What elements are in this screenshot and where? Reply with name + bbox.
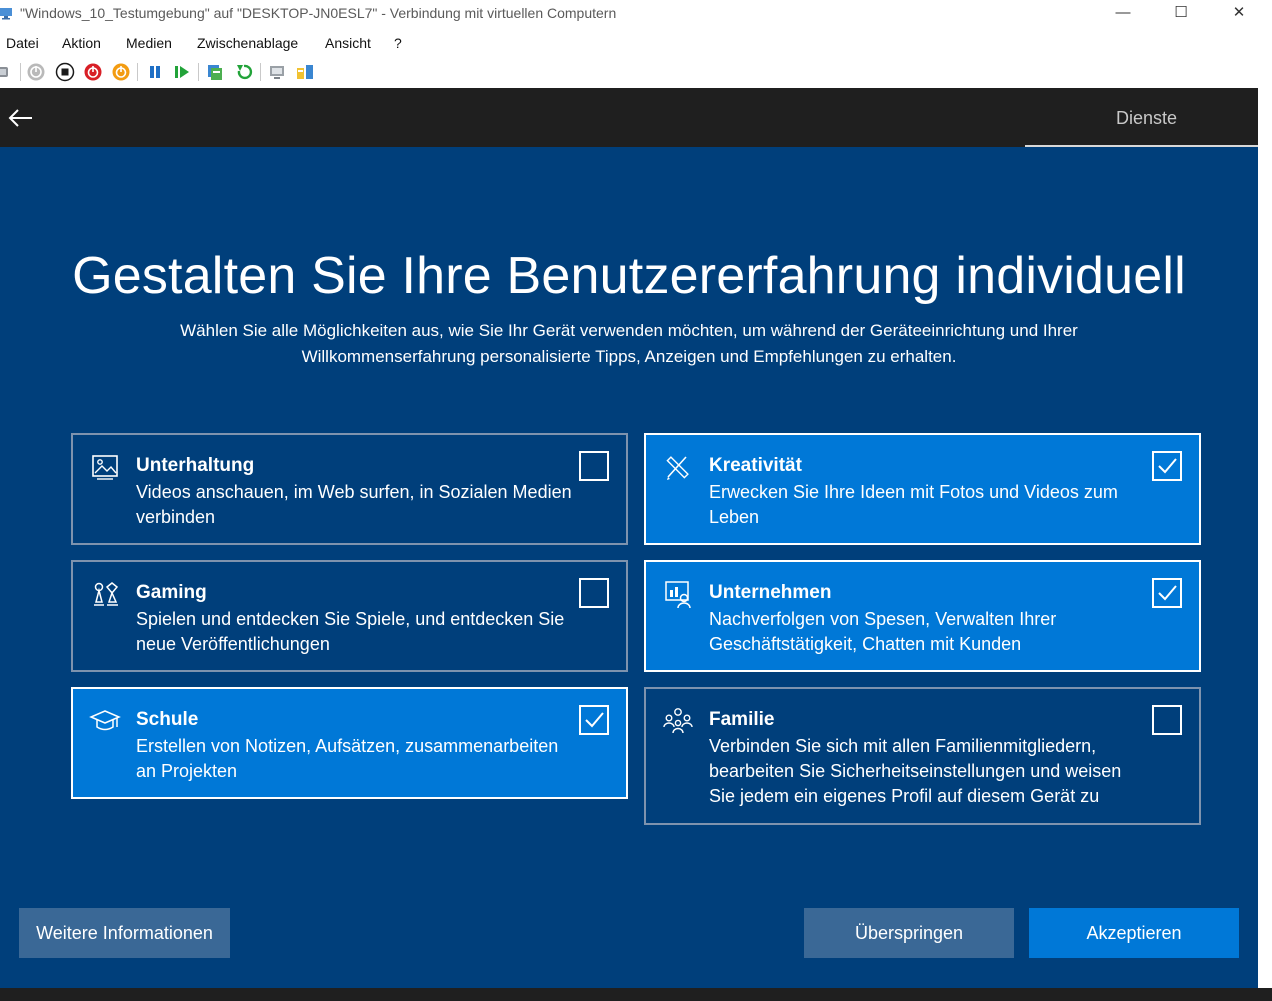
- menu-bar: Datei Aktion Medien Zwischenablage Ansic…: [0, 30, 1272, 58]
- card-title: Unternehmen: [709, 582, 832, 603]
- card-description: Verbinden Sie sich mit allen Familienmit…: [709, 736, 1122, 806]
- page-subtitle: Wählen Sie alle Möglichkeiten aus, wie S…: [180, 321, 1078, 366]
- card-description: Nachverfolgen von Spesen, Verwalten Ihre…: [709, 609, 1057, 654]
- accept-button[interactable]: Akzeptieren: [1029, 908, 1239, 958]
- family-icon: [662, 705, 694, 737]
- save-icon[interactable]: [111, 62, 131, 82]
- card-title: Familie: [709, 709, 775, 730]
- host-status-bar: [0, 988, 1272, 1001]
- stage-indicator: [1025, 145, 1258, 147]
- stage-label: Dienste: [1116, 108, 1178, 128]
- toolbar-separator: [20, 63, 21, 81]
- card-checkbox[interactable]: [579, 578, 609, 608]
- card-checkbox[interactable]: [579, 451, 609, 481]
- window-titlebar: "Windows_10_Testumgebung" auf "DESKTOP-J…: [0, 0, 1272, 28]
- picture-icon: [89, 451, 121, 483]
- ctrl-alt-del-icon[interactable]: [0, 62, 12, 82]
- option-card-familie[interactable]: Familie Verbinden Sie sich mit allen Fam…: [644, 687, 1201, 825]
- oobe-header-bar: Dienste: [0, 88, 1258, 147]
- card-title: Kreativität: [709, 455, 802, 476]
- vm-guest-screen: Dienste Gestalten Sie Ihre Benutzererfah…: [0, 88, 1258, 1001]
- revert-icon[interactable]: [234, 62, 254, 82]
- card-checkbox[interactable]: [1152, 705, 1182, 735]
- close-button[interactable]: ✕: [1210, 0, 1268, 28]
- more-info-button[interactable]: Weitere Informationen: [19, 908, 230, 958]
- graduation-cap-icon: [89, 705, 121, 737]
- skip-button[interactable]: Überspringen: [804, 908, 1014, 958]
- option-card-gaming[interactable]: Gaming Spielen und entdecken Sie Spiele,…: [71, 560, 628, 672]
- toolbar-separator: [198, 63, 199, 81]
- card-description: Videos anschauen, im Web surfen, in Sozi…: [136, 482, 572, 527]
- card-checkbox[interactable]: [1152, 451, 1182, 481]
- toolbar: [0, 58, 330, 86]
- start-icon[interactable]: [26, 62, 46, 82]
- option-card-schule[interactable]: Schule Erstellen von Notizen, Aufsätzen,…: [71, 687, 628, 799]
- turn-off-icon[interactable]: [55, 62, 75, 82]
- card-checkbox[interactable]: [579, 705, 609, 735]
- window-title: "Windows_10_Testumgebung" auf "DESKTOP-J…: [20, 5, 617, 21]
- resume-icon[interactable]: [172, 62, 192, 82]
- share-icon[interactable]: [295, 62, 315, 82]
- toolbar-separator: [137, 63, 138, 81]
- menu-help[interactable]: ?: [394, 35, 402, 51]
- maximize-button[interactable]: ☐: [1152, 0, 1210, 28]
- card-description: Erwecken Sie Ihre Ideen mit Fotos und Vi…: [709, 482, 1118, 527]
- card-title: Gaming: [136, 582, 207, 603]
- option-card-unternehmen[interactable]: Unternehmen Nachverfolgen von Spesen, Ve…: [644, 560, 1201, 672]
- menu-ansicht[interactable]: Ansicht: [325, 35, 371, 51]
- card-description: Spielen und entdecken Sie Spiele, und en…: [136, 609, 565, 654]
- game-pieces-icon: [89, 578, 121, 610]
- checkpoint-icon[interactable]: [206, 62, 226, 82]
- enhanced-session-icon[interactable]: [268, 62, 288, 82]
- pause-icon[interactable]: [145, 62, 165, 82]
- pen-ruler-icon: [662, 451, 694, 483]
- back-arrow-icon[interactable]: [4, 102, 36, 134]
- shut-down-icon[interactable]: [83, 62, 103, 82]
- card-checkbox[interactable]: [1152, 578, 1182, 608]
- menu-medien[interactable]: Medien: [126, 35, 172, 51]
- minimize-button[interactable]: —: [1094, 0, 1152, 28]
- host-window-edge: [1260, 86, 1272, 1001]
- toolbar-separator: [260, 63, 261, 81]
- card-title: Schule: [136, 709, 199, 730]
- option-card-kreativitaet[interactable]: Kreativität Erwecken Sie Ihre Ideen mit …: [644, 433, 1201, 545]
- business-chart-icon: [662, 578, 694, 610]
- menu-aktion[interactable]: Aktion: [62, 35, 101, 51]
- page-title: Gestalten Sie Ihre Benutzererfahrung ind…: [72, 247, 1186, 305]
- card-title: Unterhaltung: [136, 455, 255, 476]
- menu-zwischenablage[interactable]: Zwischenablage: [197, 35, 298, 51]
- menu-datei[interactable]: Datei: [6, 35, 39, 51]
- card-description: Erstellen von Notizen, Aufsätzen, zusamm…: [136, 736, 559, 781]
- vm-connection-app-icon: [0, 6, 14, 20]
- option-card-unterhaltung[interactable]: Unterhaltung Videos anschauen, im Web su…: [71, 433, 628, 545]
